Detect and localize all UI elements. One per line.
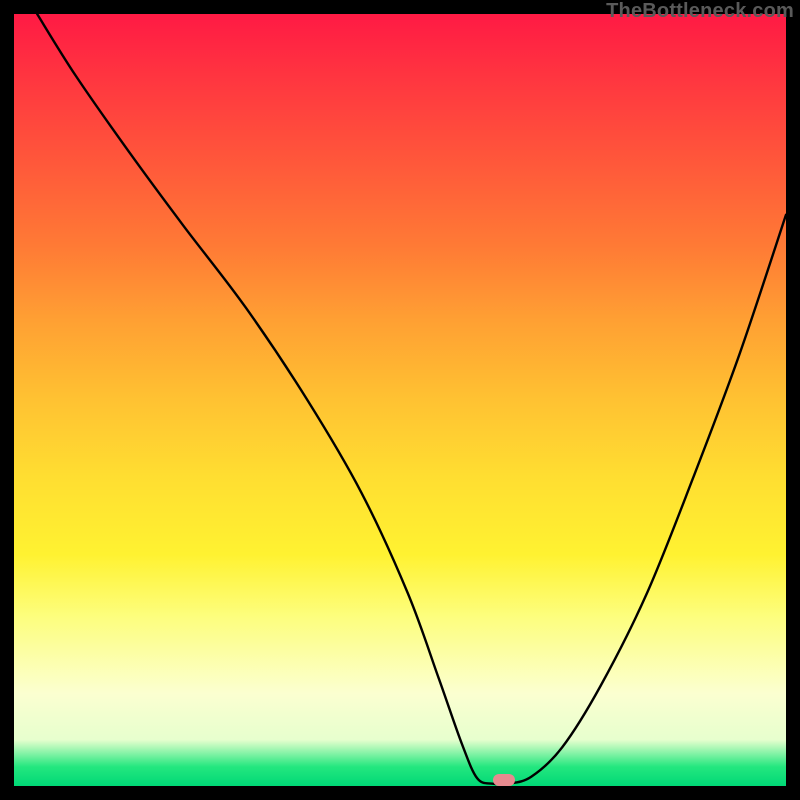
bottleneck-curve	[14, 14, 786, 786]
chart-frame: TheBottleneck.com	[0, 0, 800, 800]
optimal-point-marker	[493, 774, 515, 786]
